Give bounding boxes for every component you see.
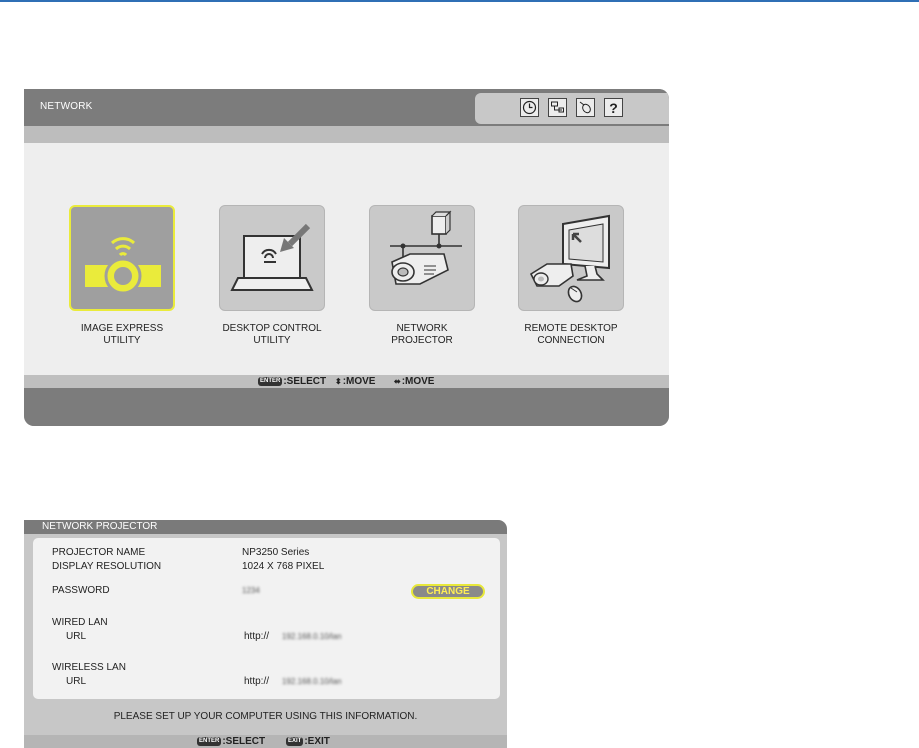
- tile-label-line2: UTILITY: [253, 335, 291, 346]
- tile-remote-desktop-connection[interactable]: [518, 205, 624, 311]
- network-menu-hint-bar: ENTER :SELECT ⬍ :MOVE ⬌ :MOVE: [24, 375, 669, 388]
- network-menu-bottom-bar: [24, 388, 669, 426]
- projector-name-label: PROJECTOR NAME: [52, 547, 146, 558]
- wired-url-label: URL: [66, 631, 87, 642]
- timer-icon[interactable]: [520, 98, 539, 117]
- mouse-icon[interactable]: [576, 98, 595, 117]
- change-password-button[interactable]: CHANGE: [411, 584, 485, 599]
- hint-select-label: :SELECT: [283, 376, 327, 387]
- tile-label-line1: REMOTE DESKTOP: [524, 323, 618, 334]
- tile-label-line2: PROJECTOR: [391, 335, 453, 346]
- network-projector-note: PLEASE SET UP YOUR COMPUTER USING THIS I…: [113, 711, 418, 722]
- hint-move-vertical: ⬍ :MOVE: [335, 376, 375, 387]
- exit-key-icon: EXIT: [286, 737, 304, 746]
- wireless-url-prefix: http://: [244, 676, 270, 687]
- tile-desktop-control-utility[interactable]: [219, 205, 325, 311]
- display-resolution-label: DISPLAY RESOLUTION: [52, 561, 162, 572]
- image-express-icon: [85, 237, 161, 295]
- tile-label-line2: UTILITY: [103, 335, 141, 346]
- tile-label-network-projector: NETWORK PROJECTOR: [352, 323, 492, 347]
- hint-exit: EXIT :EXIT: [286, 736, 330, 747]
- wireless-lan-label: WIRELESS LAN: [52, 662, 126, 673]
- menu-icon-tray: ?: [475, 93, 669, 124]
- projector-name-value: NP3250 Series: [242, 547, 310, 558]
- wired-lan-label: WIRED LAN: [52, 617, 108, 628]
- enter-key-icon: ENTER: [258, 377, 283, 386]
- network-menu-content: IMAGE EXPRESS UTILITY DESKTOP CONTROL UT…: [24, 143, 669, 376]
- network-menu-title: NETWORK: [40, 101, 93, 112]
- tile-image-express-utility[interactable]: [69, 205, 175, 311]
- enter-key-icon: ENTER: [197, 737, 222, 746]
- network-projector-icon: [390, 210, 462, 285]
- hint-select-label: :SELECT: [222, 736, 266, 747]
- wired-url-value: 192.168.0.10/lan: [282, 632, 342, 641]
- up-down-arrow-icon: ⬍: [335, 377, 342, 386]
- hint-select: ENTER :SELECT: [197, 736, 265, 747]
- hint-exit-label: :EXIT: [304, 736, 330, 747]
- network-projector-title: NETWORK PROJECTOR: [42, 521, 158, 532]
- tile-label-line1: IMAGE EXPRESS: [80, 323, 164, 334]
- password-label: PASSWORD: [52, 585, 110, 596]
- password-value: 1234: [242, 586, 260, 595]
- network-menu-title-bar: NETWORK ?: [24, 89, 669, 126]
- network-menu-panel: NETWORK ? IMAGE EXPRESS UTILITY DESKTOP …: [24, 89, 669, 426]
- tile-label-line1: DESKTOP CONTROL: [222, 323, 322, 334]
- network-projector-panel: NETWORK PROJECTOR PROJECTOR NAME NP3250 …: [24, 520, 507, 748]
- tile-label-line2: CONNECTION: [537, 335, 605, 346]
- wireless-url-label: URL: [66, 676, 87, 687]
- network-projector-info-box: PROJECTOR NAME NP3250 Series DISPLAY RES…: [33, 538, 500, 699]
- wired-url-prefix: http://: [244, 631, 270, 642]
- tile-label-line1: NETWORK: [396, 323, 448, 334]
- hint-move-horizontal: ⬌ :MOVE: [394, 376, 434, 387]
- hint-select: ENTER :SELECT: [258, 376, 326, 387]
- tile-label-desktop-control: DESKTOP CONTROL UTILITY: [202, 323, 342, 347]
- network-menu-subbar: [24, 126, 669, 143]
- tile-network-projector[interactable]: [369, 205, 475, 311]
- left-right-arrow-icon: ⬌: [394, 377, 401, 386]
- tile-label-remote-desktop: REMOTE DESKTOP CONNECTION: [501, 323, 641, 347]
- help-icon[interactable]: ?: [604, 98, 623, 117]
- wireless-url-value: 192.168.0.10/lan: [282, 677, 342, 686]
- hint-move-horizontal-label: :MOVE: [401, 376, 435, 387]
- tile-label-image-express: IMAGE EXPRESS UTILITY: [52, 323, 192, 347]
- network-projector-hint-bar: ENTER :SELECT EXIT :EXIT: [24, 735, 507, 748]
- network-info-icon[interactable]: [548, 98, 567, 117]
- remote-desktop-icon: [529, 214, 610, 303]
- page-top-rule: [0, 0, 919, 2]
- network-projector-title-bar: NETWORK PROJECTOR: [24, 520, 507, 534]
- desktop-control-icon: [230, 223, 314, 291]
- hint-move-vertical-label: :MOVE: [342, 376, 376, 387]
- display-resolution-value: 1024 X 768 PIXEL: [242, 561, 325, 572]
